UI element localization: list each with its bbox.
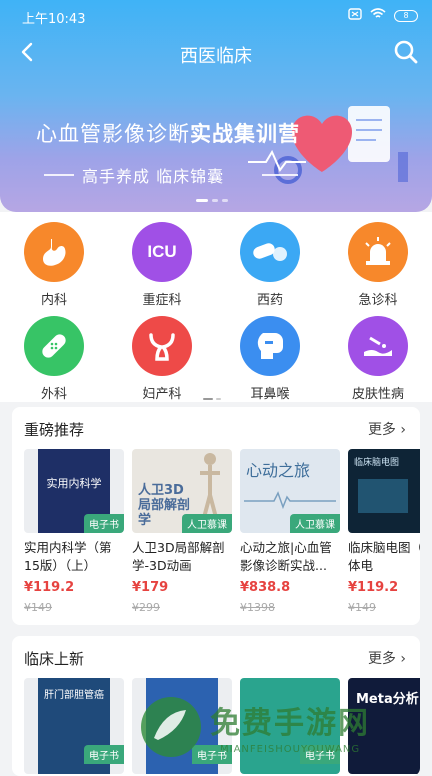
book-card[interactable]: 肝门部胆管癌 电子书 [24, 678, 124, 774]
category-surgery[interactable]: 外科 [9, 316, 99, 402]
book-tag: 电子书 [84, 514, 124, 533]
watermark: 免费手游网 MIANFEISHOUYOUWANG [138, 692, 428, 768]
book-card[interactable]: 心动之旅 人卫慕课 心动之旅|心血管影像诊断实战... ¥838.8 ¥1398 [240, 449, 340, 619]
book-cover: 肝门部胆管癌 电子书 [24, 678, 124, 774]
category-label: 内科 [40, 293, 67, 308]
cover-text: 心动之旅 [246, 461, 311, 480]
category-label: 外科 [40, 387, 67, 402]
battery-icon: 8 [394, 10, 418, 22]
pill-icon [240, 222, 300, 282]
status-bar: 上午10:43 8 [0, 0, 432, 32]
category-western-medicine[interactable]: 西药 [225, 222, 315, 308]
wifi-icon [370, 8, 386, 24]
category-emergency[interactable]: 急诊科 [333, 222, 423, 308]
book-price: ¥838.8 [240, 580, 291, 595]
book-cover: 实用内科学 电子书 [24, 449, 124, 533]
cover-text: 实用内科学 [46, 477, 102, 490]
more-label: 更多 [367, 651, 396, 667]
uterus-icon [132, 316, 192, 376]
category-pager [203, 398, 221, 400]
book-price: ¥179 [132, 580, 169, 595]
banner-divider [262, 174, 298, 176]
book-price: ¥119.2 [348, 580, 399, 595]
watermark-text: 免费手游网 [210, 706, 370, 741]
siren-icon [348, 222, 408, 282]
book-title: 临床脑电图（富媒体电 [348, 540, 420, 573]
nav-bar: 西医临床 [0, 32, 432, 76]
category-label: 西药 [256, 293, 283, 308]
category-ent[interactable]: 耳鼻喉 [225, 316, 315, 402]
skin-icon [348, 316, 408, 376]
book-cover: 临床脑电图 [348, 449, 420, 533]
category-label: 重症科 [142, 293, 182, 308]
stomach-icon [24, 222, 84, 282]
book-title: 实用内科学（第15版）（上） [24, 540, 112, 573]
cover-text: 临床脑电图 [354, 458, 400, 468]
category-internal-medicine[interactable]: 内科 [9, 222, 99, 308]
section-title: 重磅推荐 [24, 421, 85, 439]
category-label: 皮肤性病 [351, 387, 404, 402]
header-area: 上午10:43 8 西医临床 心血管影像诊断实战集训营 高手养成 临床锦囊 [0, 0, 432, 212]
ecg-icon [244, 491, 336, 509]
chevron-right-icon: › [400, 422, 406, 438]
book-original-price: ¥299 [132, 601, 160, 614]
cover-text: 肝门部胆管癌 [44, 690, 104, 701]
book-cover: 心动之旅 人卫慕课 [240, 449, 340, 533]
ent-icon [240, 316, 300, 376]
category-obstetrics[interactable]: 妇产科 [117, 316, 207, 402]
book-card[interactable]: 实用内科学 电子书 实用内科学（第15版）（上） ¥119.2 ¥149 [24, 449, 124, 619]
bandage-icon [24, 316, 84, 376]
search-icon[interactable] [392, 38, 420, 66]
banner-title-bold: 实战集训营 [190, 122, 300, 146]
book-title: 心动之旅|心血管影像诊断实战... [240, 540, 332, 573]
banner-pager [196, 199, 228, 202]
watermark-logo-icon [141, 697, 201, 757]
sim-icon [348, 8, 362, 24]
more-link[interactable]: 更多 › [368, 648, 406, 668]
book-tag: 人卫慕课 [182, 514, 232, 533]
category-dermatology[interactable]: 皮肤性病 [333, 316, 423, 402]
banner-divider [44, 174, 74, 176]
category-grid: 内科 ICU 重症科 西药 急诊科 外科 妇产科 耳鼻喉 皮肤性病 [0, 212, 432, 402]
book-card[interactable]: 临床脑电图 临床脑电图（富媒体电 ¥119.2 ¥149 [348, 449, 420, 619]
category-label: 耳鼻喉 [250, 387, 290, 402]
category-label: 妇产科 [142, 387, 182, 402]
banner-subtitle: 高手养成 临床锦囊 [82, 167, 225, 186]
book-original-price: ¥149 [24, 601, 52, 614]
book-price: ¥119.2 [24, 580, 75, 595]
book-card[interactable]: 人卫3D 局部解剖学 人卫慕课 人卫3D局部解剖学-3D动画 ¥179 ¥299 [132, 449, 232, 619]
book-title: 人卫3D局部解剖学-3D动画 [132, 540, 225, 573]
more-link[interactable]: 更多 › [368, 419, 406, 439]
category-icu[interactable]: ICU 重症科 [117, 222, 207, 308]
section-title: 临床上新 [24, 650, 85, 668]
page-title: 西医临床 [180, 46, 252, 67]
banner-title: 心血管影像诊断 [36, 122, 190, 146]
section-recommended: 重磅推荐 更多 › 实用内科学 电子书 实用内科学（第15版）（上） ¥119.… [12, 407, 420, 625]
book-tag: 电子书 [84, 745, 124, 764]
book-tag: 人卫慕课 [290, 514, 340, 533]
icu-icon: ICU [132, 222, 192, 282]
status-time: 上午10:43 [22, 12, 86, 27]
book-original-price: ¥149 [348, 601, 376, 614]
chevron-right-icon: › [400, 651, 406, 667]
category-label: 急诊科 [358, 293, 398, 308]
book-original-price: ¥1398 [240, 601, 275, 614]
watermark-subtext: MIANFEISHOUYOUWANG [220, 744, 361, 755]
more-label: 更多 [367, 422, 396, 438]
book-cover: 人卫3D 局部解剖学 人卫慕课 [132, 449, 232, 533]
